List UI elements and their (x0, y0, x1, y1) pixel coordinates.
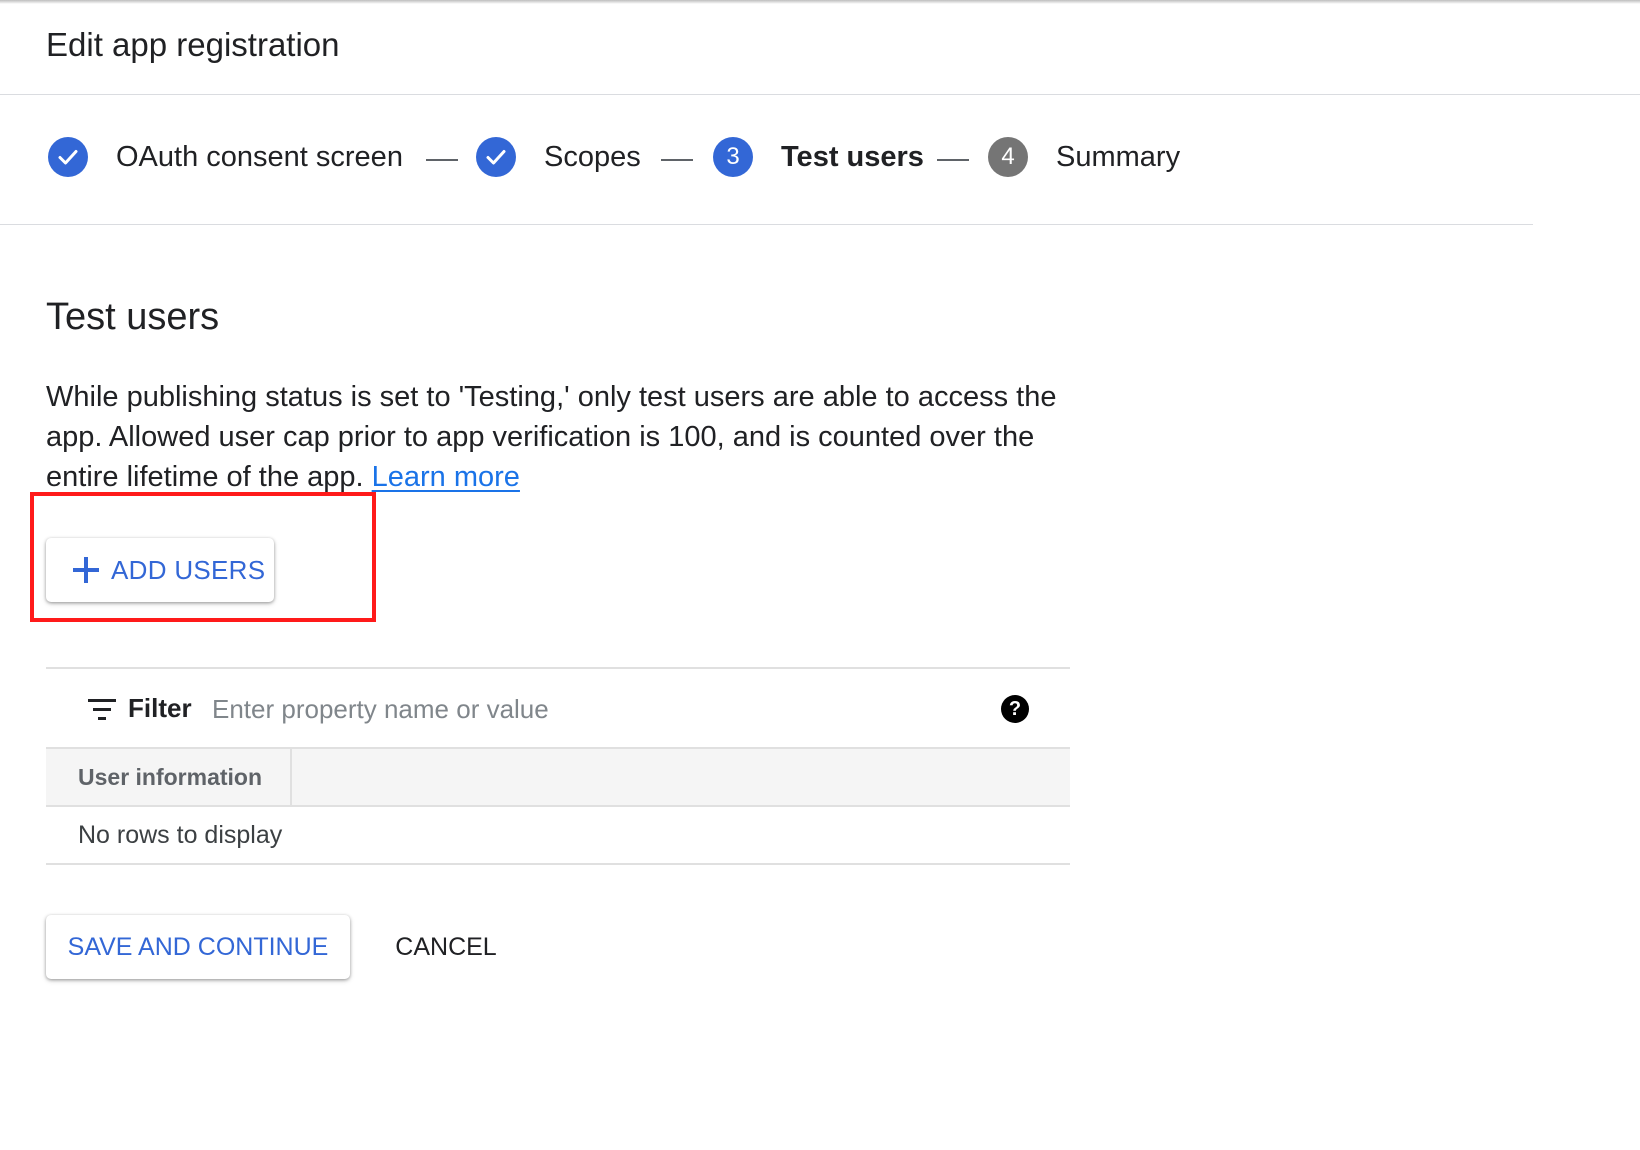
save-and-continue-button[interactable]: SAVE AND CONTINUE (46, 915, 350, 979)
plus-icon (73, 557, 99, 583)
check-icon (48, 137, 88, 177)
column-header-user-information[interactable]: User information (46, 749, 292, 805)
add-users-button[interactable]: ADD USERS (46, 538, 274, 602)
step-number-badge: 3 (713, 137, 753, 177)
section-title: Test users (46, 296, 220, 338)
filter-label: Filter (128, 693, 192, 723)
step-oauth-consent-screen[interactable]: OAuth consent screen (48, 137, 403, 177)
step-connector (426, 159, 458, 161)
step-connector (661, 159, 693, 161)
step-label: Summary (1056, 140, 1181, 173)
learn-more-link[interactable]: Learn more (372, 461, 520, 493)
page-title: Edit app registration (46, 26, 340, 63)
step-label: Test users (781, 140, 924, 173)
step-summary[interactable]: 4 Summary (988, 137, 1180, 177)
step-scopes[interactable]: Scopes (476, 137, 641, 177)
step-connector (937, 159, 969, 161)
cancel-button[interactable]: CANCEL (380, 915, 512, 979)
check-icon (476, 137, 516, 177)
table-header: User information (46, 749, 1070, 807)
section-description: While publishing status is set to 'Testi… (46, 377, 1076, 497)
step-number-badge: 4 (988, 137, 1028, 177)
step-label: OAuth consent screen (116, 140, 403, 173)
description-text: While publishing status is set to 'Testi… (46, 381, 1057, 493)
filter-input[interactable] (212, 687, 972, 731)
add-users-label: ADD USERS (111, 554, 266, 585)
step-test-users[interactable]: 3 Test users (713, 137, 924, 177)
empty-table-message: No rows to display (46, 807, 1070, 865)
filter-icon (88, 699, 116, 721)
filter-bar: Filter ? (46, 667, 1070, 749)
step-label: Scopes (544, 140, 641, 173)
help-icon[interactable]: ? (1001, 695, 1029, 723)
stepper: OAuth consent screen Scopes 3 Test users… (0, 95, 1533, 225)
page-header: Edit app registration (0, 0, 1640, 95)
